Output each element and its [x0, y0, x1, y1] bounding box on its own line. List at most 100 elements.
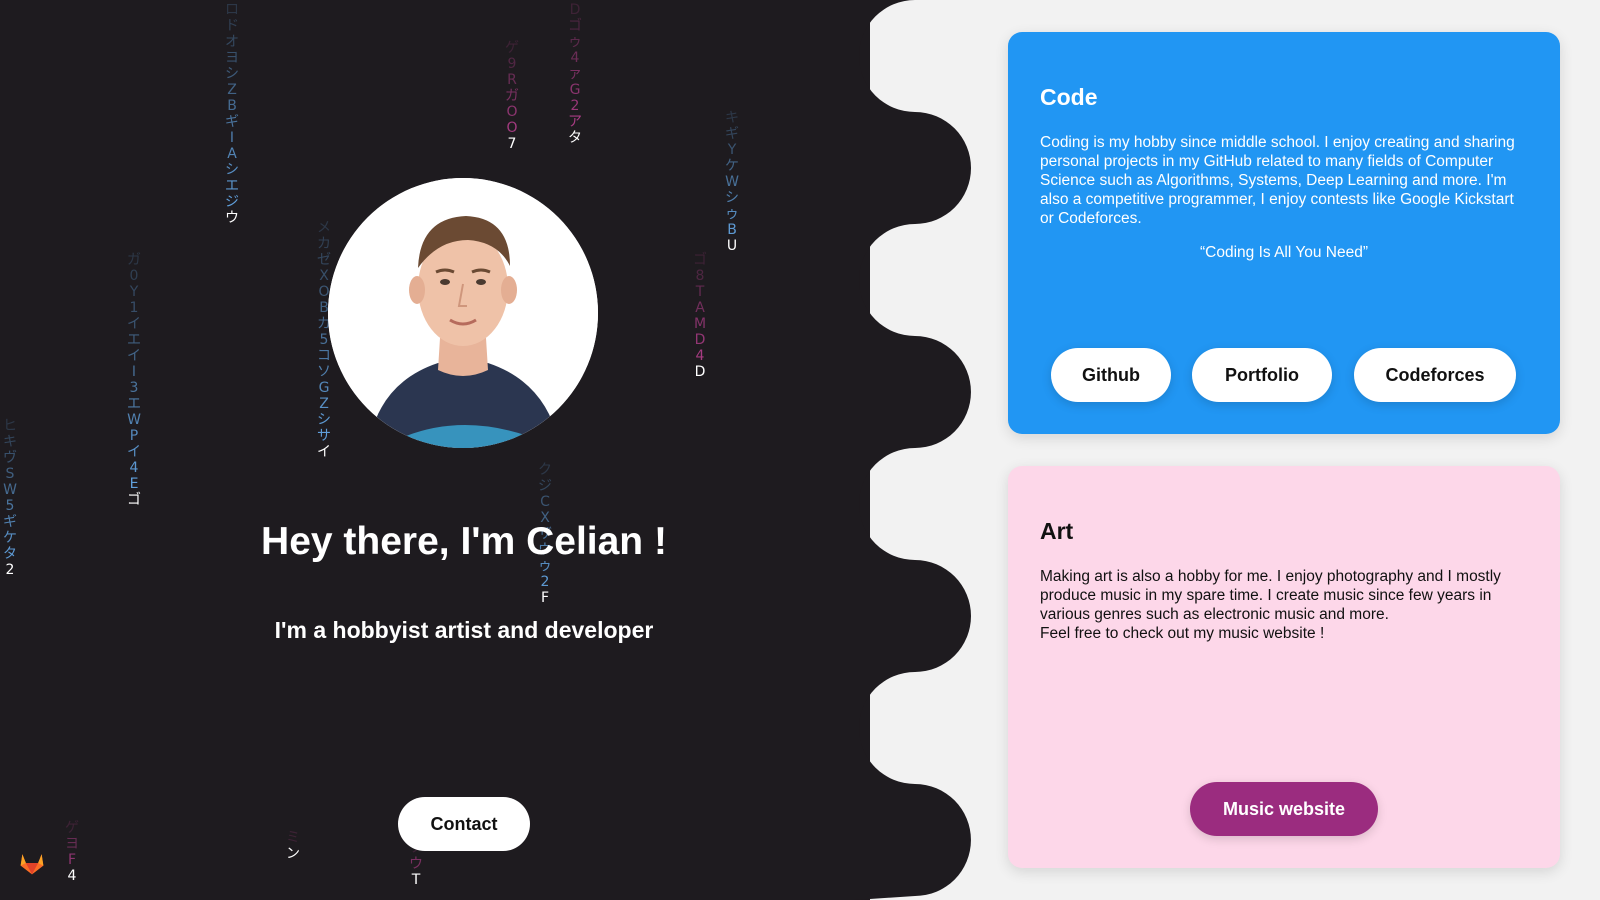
- profile-photo: [328, 178, 598, 448]
- matrix-glyph: ゲ: [65, 820, 79, 836]
- matrix-glyph: 0: [129, 268, 139, 284]
- matrix-glyph: 5: [5, 498, 15, 514]
- matrix-glyph: ギ: [225, 114, 239, 130]
- matrix-glyph: A: [695, 300, 705, 316]
- matrix-glyph: R: [507, 72, 517, 88]
- hero-subtitle: I'm a hobbyist artist and developer: [274, 617, 654, 643]
- matrix-glyph: ゥ: [725, 206, 739, 222]
- matrix-glyph: イ: [127, 348, 141, 364]
- matrix-glyph: T: [411, 872, 421, 888]
- matrix-glyph: 5: [319, 332, 329, 348]
- matrix-glyph: O: [506, 104, 518, 120]
- matrix-glyph: P: [129, 428, 139, 444]
- code-card-title: Code: [1040, 84, 1098, 110]
- matrix-column: ガ0Y1イエイI3エWPイ4Eゴ: [124, 252, 144, 508]
- matrix-glyph: サ: [317, 428, 331, 444]
- matrix-glyph: X: [319, 268, 329, 284]
- matrix-glyph: 2: [5, 562, 15, 578]
- matrix-glyph: タ: [568, 130, 582, 146]
- matrix-glyph: ガ: [505, 88, 519, 104]
- matrix-glyph: 2: [540, 574, 550, 590]
- matrix-column: ゲ9RガOO7: [502, 40, 522, 152]
- matrix-glyph: イ: [317, 444, 331, 460]
- matrix-glyph: B: [727, 222, 737, 238]
- matrix-glyph: ギ: [725, 126, 739, 142]
- matrix-glyph: F: [540, 590, 550, 606]
- matrix-glyph: T: [695, 284, 705, 300]
- matrix-column: ゲヨF4: [62, 820, 82, 884]
- matrix-glyph: ミ: [286, 830, 300, 846]
- matrix-glyph: 8: [695, 268, 705, 284]
- matrix-glyph: O: [506, 120, 518, 136]
- matrix-glyph: ァ: [568, 66, 582, 82]
- matrix-glyph: W: [127, 412, 141, 428]
- codeforces-button[interactable]: Codeforces: [1354, 348, 1516, 402]
- matrix-glyph: イ: [127, 444, 141, 460]
- matrix-glyph: ウ: [409, 856, 423, 872]
- contact-button[interactable]: Contact: [398, 797, 530, 851]
- portfolio-button[interactable]: Portfolio: [1192, 348, 1332, 402]
- matrix-glyph: ウ: [225, 210, 239, 226]
- matrix-glyph: 4: [67, 868, 77, 884]
- matrix-glyph: イ: [127, 316, 141, 332]
- matrix-glyph: ジ: [225, 194, 239, 210]
- matrix-glyph: キ: [3, 434, 17, 450]
- matrix-glyph: 4: [570, 50, 580, 66]
- matrix-glyph: シ: [225, 66, 239, 82]
- matrix-glyph: ガ: [127, 252, 141, 268]
- matrix-glyph: E: [129, 476, 139, 492]
- matrix-glyph: シ: [725, 190, 739, 206]
- matrix-glyph: ソ: [317, 364, 331, 380]
- matrix-glyph: ゼ: [317, 252, 331, 268]
- matrix-glyph: I: [229, 130, 235, 146]
- github-button[interactable]: Github: [1051, 348, 1171, 402]
- matrix-glyph: M: [693, 316, 707, 332]
- matrix-glyph: ゴ: [127, 492, 141, 508]
- matrix-glyph: D: [694, 332, 706, 348]
- matrix-glyph: 1: [129, 300, 139, 316]
- matrix-column: キギYケWシゥBU: [722, 110, 742, 254]
- matrix-glyph: ヴ: [3, 450, 17, 466]
- matrix-glyph: C: [540, 494, 550, 510]
- matrix-glyph: ン: [286, 846, 300, 862]
- matrix-glyph: W: [725, 174, 739, 190]
- wavy-divider: [855, 0, 971, 900]
- art-card: Art Making art is also a hobby for me. I…: [1008, 466, 1560, 868]
- music-website-button[interactable]: Music website: [1190, 782, 1378, 836]
- matrix-glyph: D: [694, 364, 706, 380]
- matrix-glyph: カ: [317, 236, 331, 252]
- matrix-glyph: W: [3, 482, 17, 498]
- matrix-glyph: 3: [129, 380, 139, 396]
- matrix-glyph: メ: [317, 220, 331, 236]
- matrix-glyph: シ: [317, 412, 331, 428]
- art-card-text: Making art is also a hobby for me. I enj…: [1040, 568, 1501, 623]
- code-card-text: Coding is my hobby since middle school. …: [1040, 134, 1515, 227]
- matrix-glyph: シ: [225, 162, 239, 178]
- matrix-glyph: D: [569, 2, 581, 18]
- matrix-glyph: ジ: [538, 478, 552, 494]
- matrix-glyph: 2: [570, 98, 580, 114]
- matrix-glyph: ヨ: [225, 50, 239, 66]
- matrix-glyph: 4: [129, 460, 139, 476]
- matrix-rain-background: ロドオヨシZBギIAシエジウガ0Y1イエイI3エWPイ4EゴメカゼXOBカ5コソ…: [0, 0, 870, 900]
- matrix-glyph: エ: [225, 178, 239, 194]
- matrix-glyph: A: [227, 146, 237, 162]
- matrix-glyph: ゲ: [505, 40, 519, 56]
- matrix-glyph: ア: [568, 114, 582, 130]
- matrix-glyph: コ: [317, 348, 331, 364]
- matrix-glyph: ロ: [225, 2, 239, 18]
- matrix-column: ミン: [283, 830, 303, 862]
- matrix-glyph: エ: [127, 332, 141, 348]
- matrix-glyph: 4: [695, 348, 705, 364]
- matrix-glyph: エ: [127, 396, 141, 412]
- matrix-glyph: ク: [538, 462, 552, 478]
- art-card-text-second: Feel free to check out my music website …: [1040, 625, 1325, 642]
- matrix-glyph: ゥ: [568, 34, 582, 50]
- matrix-glyph: F: [67, 852, 77, 868]
- matrix-glyph: G: [569, 82, 581, 98]
- matrix-glyph: ゴ: [568, 18, 582, 34]
- matrix-column: ロドオヨシZBギIAシエジウ: [222, 2, 242, 226]
- gitlab-icon[interactable]: [18, 849, 46, 877]
- matrix-glyph: ゴ: [693, 252, 707, 268]
- matrix-glyph: 7: [507, 136, 517, 152]
